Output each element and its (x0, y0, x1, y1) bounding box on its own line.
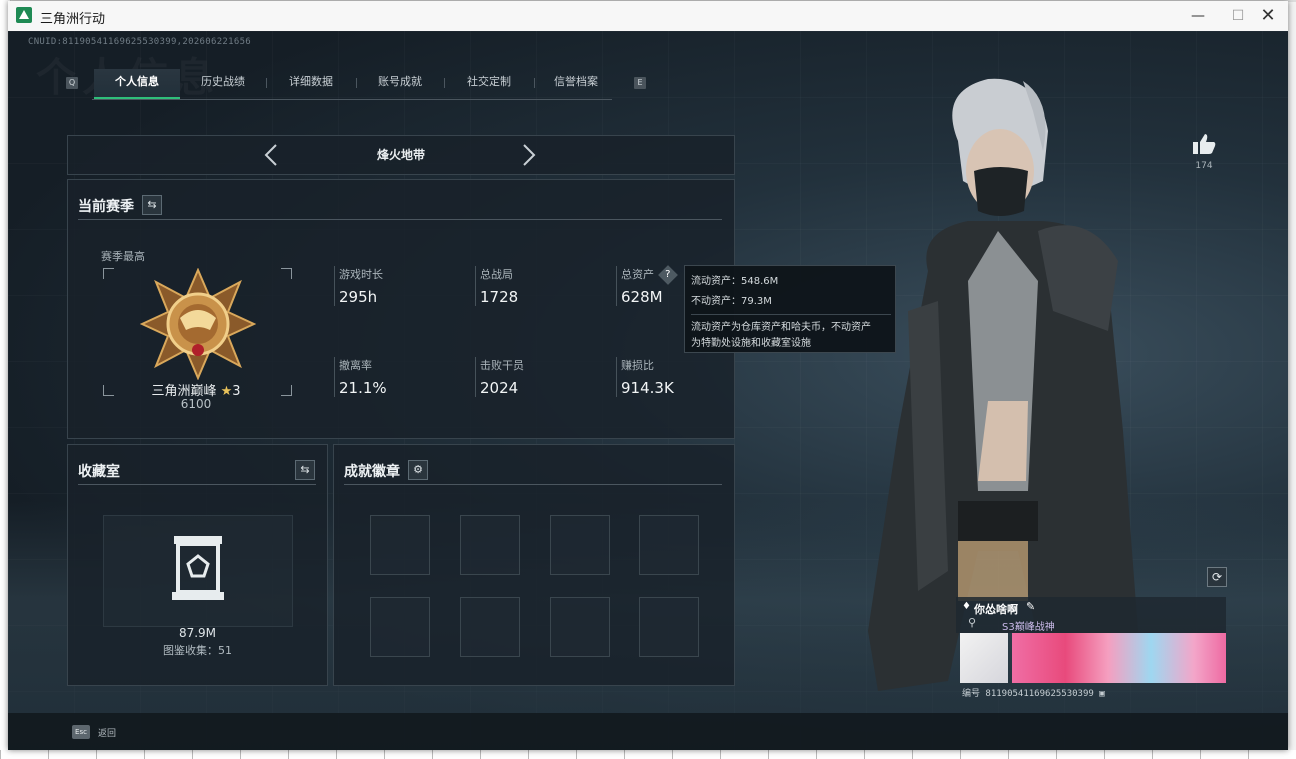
map-next-button[interactable] (522, 143, 536, 172)
tooltip-description-2: 为特勤处设施和收藏室设施 (691, 338, 811, 349)
map-name: 烽火地带 (376, 148, 425, 162)
season-title: 当前赛季 (78, 199, 134, 215)
frame-corner (281, 268, 292, 279)
player-id: 编号 81190541169625530399 ▣ (962, 686, 1105, 699)
title-bar: 三角洲行动 — ☐ ✕ (8, 1, 1288, 31)
tab-separator (266, 78, 267, 88)
game-view: 个人信息 CNUID:81190541169625530399,20260622… (8, 31, 1288, 750)
display-case-icon (172, 536, 224, 600)
tab-separator (444, 78, 445, 88)
uid-label: CNUID:81190541169625530399,202606221656 (28, 37, 252, 47)
player-title: S3巅峰战神 (1002, 622, 1055, 633)
season-panel: 当前赛季 ⇆ 赛季最高 三角洲巅峰 ★3 6100 游戏时长 295h 总战局 … (67, 179, 735, 439)
stat-label: 赚损比 (621, 359, 654, 372)
season-best-label: 赛季最高 (101, 250, 145, 263)
rank-emblem-icon (140, 268, 256, 380)
window-title: 三角洲行动 (40, 12, 106, 27)
avatar (960, 633, 1008, 683)
refresh-button[interactable]: ⟳ (1207, 567, 1227, 587)
esc-key[interactable]: Esc (72, 725, 90, 739)
tooltip-divider (691, 314, 891, 315)
collection-value: 87.9M (178, 626, 217, 640)
frame-corner (281, 385, 292, 396)
tab-bar: 个人信息 历史战绩 详细数据 账号成就 社交定制 信誉档案 (92, 69, 612, 100)
player-card-header: ♦ 你怂啥啊 ✎ ⚲ S3巅峰战神 (956, 597, 1226, 633)
like-count: 174 (1195, 161, 1213, 171)
close-button[interactable]: ✕ (1248, 5, 1288, 27)
name-card-banner (1012, 633, 1226, 683)
collection-display (103, 515, 293, 627)
player-card[interactable]: ♦ 你怂啥啊 ✎ ⚲ S3巅峰战神 编号 8119054116962553039… (956, 597, 1226, 717)
stat-profit-loss: 赚损比 914.3K (616, 357, 721, 397)
stat-value: 914.3K (621, 379, 674, 397)
back-label[interactable]: 返回 (98, 726, 116, 739)
tab-social[interactable]: 社交定制 (448, 69, 530, 97)
stat-operators-defeated: 击败干员 2024 (475, 357, 610, 397)
badges-title: 成就徽章 (344, 464, 400, 480)
badges-settings-button[interactable]: ⚙ (408, 460, 428, 480)
edit-icon[interactable]: ✎ (1026, 600, 1035, 613)
badge-slot[interactable] (550, 515, 610, 575)
stat-label: 游戏时长 (339, 268, 383, 281)
divider (344, 484, 722, 485)
collection-title: 收藏室 (78, 464, 120, 480)
thumbs-up-icon[interactable] (1192, 133, 1216, 155)
divider (78, 219, 722, 220)
badge-slot[interactable] (370, 597, 430, 657)
assets-tooltip: 流动资产：548.6M 不动资产：79.3M 流动资产为仓库资产和哈夫币，不动资… (684, 265, 896, 353)
badges-panel: 成就徽章 ⚙ (333, 444, 735, 686)
tab-history[interactable]: 历史战绩 (184, 69, 262, 97)
minimize-button[interactable]: — (1178, 5, 1218, 27)
app-logo-icon (16, 7, 32, 23)
bottom-bar: Esc 返回 (8, 713, 1288, 750)
stat-label: 总战局 (480, 268, 513, 281)
badge-slot[interactable] (460, 597, 520, 657)
tab-achievements[interactable]: 账号成就 (360, 69, 440, 97)
title-badge-icon: ⚲ (968, 616, 977, 629)
collection-switch-button[interactable]: ⇆ (295, 460, 315, 480)
stat-value: 295h (339, 288, 378, 306)
divider (78, 484, 316, 485)
tooltip-liquid-assets: 流动资产：548.6M (691, 276, 779, 287)
badge-slot[interactable] (639, 597, 699, 657)
tab-details[interactable]: 详细数据 (270, 69, 352, 97)
tab-personal-info[interactable]: 个人信息 (94, 69, 180, 99)
season-switch-button[interactable]: ⇆ (142, 195, 162, 215)
background-spreadsheet-strip (0, 750, 1296, 759)
stat-label: 击败干员 (480, 359, 524, 372)
collection-count: 图鉴收集：51 (163, 644, 232, 657)
stat-value: 21.1% (339, 379, 387, 397)
map-selector: 烽火地带 (67, 135, 735, 175)
tab-prev-key[interactable]: Q (66, 77, 78, 89)
rank-small-icon: ♦ (962, 601, 971, 612)
tooltip-fixed-assets: 不动资产：79.3M (691, 296, 772, 307)
player-id-text: 编号 81190541169625530399 (962, 689, 1094, 699)
stat-extraction-rate: 撤离率 21.1% (334, 357, 469, 397)
frame-corner (103, 268, 114, 279)
stat-total-matches: 总战局 1728 (475, 266, 610, 306)
copy-icon[interactable]: ▣ (1099, 689, 1104, 699)
badge-slot[interactable] (460, 515, 520, 575)
rank-score: 6100 (180, 397, 212, 411)
badge-slot[interactable] (639, 515, 699, 575)
player-name: 你怂啥啊 (974, 603, 1018, 616)
tab-reputation[interactable]: 信誉档案 (538, 69, 614, 97)
stat-value: 1728 (480, 288, 519, 306)
badge-slot[interactable] (370, 515, 430, 575)
stat-label: 撤离率 (339, 359, 372, 372)
stat-playtime: 游戏时长 295h (334, 266, 469, 306)
tab-next-key[interactable]: E (634, 77, 646, 89)
collection-panel[interactable]: 收藏室 ⇆ 87.9M 图鉴收集：51 (67, 444, 328, 686)
stat-value: 2024 (480, 379, 519, 397)
tooltip-description-1: 流动资产为仓库资产和哈夫币，不动资产 (691, 322, 871, 333)
tab-separator (356, 78, 357, 88)
tab-separator (534, 78, 535, 88)
badge-slot[interactable] (550, 597, 610, 657)
chevron-right-icon (523, 144, 536, 166)
frame-corner (103, 385, 114, 396)
game-window: 三角洲行动 — ☐ ✕ 个人信息 CNUID:81190541169625530… (8, 1, 1288, 750)
